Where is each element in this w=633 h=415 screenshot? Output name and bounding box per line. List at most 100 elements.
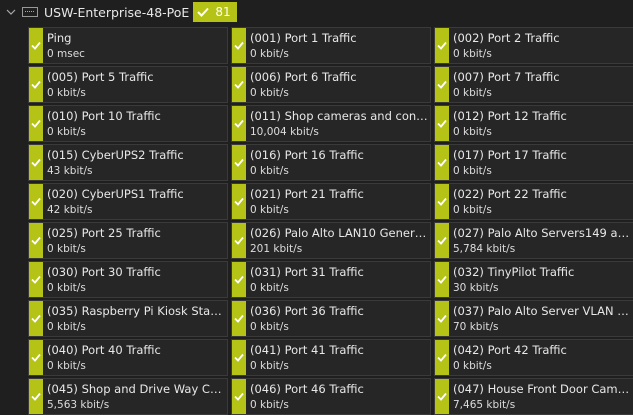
check-icon — [437, 236, 447, 245]
sensor-tile[interactable]: (011) Shop cameras and connect... 10,004 … — [231, 105, 431, 142]
sensor-value: 0 kbit/s — [47, 126, 86, 138]
check-icon — [234, 158, 244, 167]
sensor-name: (042) Port 42 Traffic — [453, 343, 567, 357]
status-ok — [232, 106, 246, 141]
sensor-value: 5,563 kbit/s — [47, 399, 110, 411]
check-icon — [437, 353, 447, 362]
status-ok — [435, 28, 449, 63]
sensor-tile[interactable]: (021) Port 21 Traffic 0 kbit/s — [231, 183, 431, 220]
sensor-name: (025) Port 25 Traffic — [47, 226, 161, 240]
sensor-name: (041) Port 41 Traffic — [250, 343, 364, 357]
status-ok — [29, 145, 43, 180]
check-icon — [31, 119, 41, 128]
sensor-name: Ping — [47, 31, 72, 45]
status-ok — [435, 184, 449, 219]
sensor-value: 0 kbit/s — [47, 282, 86, 294]
sensor-name: (046) Port 46 Traffic — [250, 382, 364, 396]
sensor-tile[interactable]: (012) Port 12 Traffic 0 kbit/s — [434, 105, 633, 142]
status-ok — [29, 223, 43, 258]
sensor-value: 0 kbit/s — [453, 165, 492, 177]
sensor-name: (036) Port 36 Traffic — [250, 304, 364, 318]
sensor-value: 7,465 kbit/s — [453, 399, 516, 411]
status-ok — [29, 262, 43, 297]
sensor-tile[interactable]: Ping 0 msec — [28, 27, 228, 64]
sensor-name: (022) Port 22 Traffic — [453, 187, 567, 201]
chevron-down-icon[interactable] — [6, 7, 16, 17]
sensor-tile[interactable]: (010) Port 10 Traffic 0 kbit/s — [28, 105, 228, 142]
sensor-value: 0 kbit/s — [47, 360, 86, 372]
status-ok — [232, 340, 246, 375]
sensor-tile[interactable]: (027) Palo Alto Servers149 and M... 5,784… — [434, 222, 633, 259]
sensor-value: 0 kbit/s — [250, 48, 289, 60]
sensor-tile[interactable]: (017) Port 17 Traffic 0 kbit/s — [434, 144, 633, 181]
sensor-tile[interactable]: (037) Palo Alto Server VLAN 149 ... 70 kb… — [434, 300, 633, 337]
status-ok — [29, 28, 43, 63]
status-ok — [435, 301, 449, 336]
status-ok — [232, 262, 246, 297]
check-icon — [234, 236, 244, 245]
sensor-tile[interactable]: (032) TinyPilot Traffic 30 kbit/s — [434, 261, 633, 298]
sensor-tile[interactable]: (025) Port 25 Traffic 0 kbit/s — [28, 222, 228, 259]
sensor-value: 0 kbit/s — [250, 165, 289, 177]
sensor-value: 70 kbit/s — [453, 321, 499, 333]
sensor-name: (031) Port 31 Traffic — [250, 265, 364, 279]
sensor-tile[interactable]: (046) Port 46 Traffic 0 kbit/s — [231, 378, 431, 415]
sensor-tile[interactable]: (022) Port 22 Traffic 0 kbit/s — [434, 183, 633, 220]
sensor-tile[interactable]: (015) CyberUPS2 Traffic 43 kbit/s — [28, 144, 228, 181]
check-icon — [234, 275, 244, 284]
check-icon — [31, 197, 41, 206]
sensor-value: 0 msec — [47, 48, 85, 60]
sensor-value: 0 kbit/s — [250, 321, 289, 333]
sensor-name: (017) Port 17 Traffic — [453, 148, 567, 162]
device-name[interactable]: USW-Enterprise-48-PoE — [44, 5, 189, 20]
sensor-name: (021) Port 21 Traffic — [250, 187, 364, 201]
sensor-value: 0 kbit/s — [250, 87, 289, 99]
sensor-tile[interactable]: (031) Port 31 Traffic 0 kbit/s — [231, 261, 431, 298]
sensor-tile[interactable]: (036) Port 36 Traffic 0 kbit/s — [231, 300, 431, 337]
sensor-tile[interactable]: (007) Port 7 Traffic 0 kbit/s — [434, 66, 633, 103]
sensor-value: 0 kbit/s — [453, 360, 492, 372]
sensor-name: (001) Port 1 Traffic — [250, 31, 357, 45]
sensor-tile[interactable]: (041) Port 41 Traffic 0 kbit/s — [231, 339, 431, 376]
status-ok — [435, 106, 449, 141]
check-icon — [31, 353, 41, 362]
sensor-count: 81 — [215, 5, 231, 19]
status-ok — [29, 184, 43, 219]
device-header[interactable]: USW-Enterprise-48-PoE 81 — [0, 0, 237, 24]
check-icon — [437, 392, 447, 401]
sensor-value: 42 kbit/s — [47, 204, 93, 216]
sensor-tile[interactable]: (030) Port 30 Traffic 0 kbit/s — [28, 261, 228, 298]
sensor-tile[interactable]: (045) Shop and Drive Way Camer... 5,563 k… — [28, 378, 228, 415]
status-ok — [435, 223, 449, 258]
status-ok — [232, 28, 246, 63]
sensor-tile[interactable]: (002) Port 2 Traffic 0 kbit/s — [434, 27, 633, 64]
sensor-tile[interactable]: (020) CyberUPS1 Traffic 42 kbit/s — [28, 183, 228, 220]
status-ok — [232, 67, 246, 102]
sensor-tile[interactable]: (042) Port 42 Traffic 0 kbit/s — [434, 339, 633, 376]
check-icon — [234, 197, 244, 206]
check-icon — [31, 80, 41, 89]
sensor-tile[interactable]: (006) Port 6 Traffic 0 kbit/s — [231, 66, 431, 103]
status-ok — [435, 67, 449, 102]
sensor-value: 0 kbit/s — [453, 204, 492, 216]
check-icon — [437, 314, 447, 323]
check-icon — [31, 158, 41, 167]
sensor-tile[interactable]: (026) Palo Alto LAN10 General In... 201 k… — [231, 222, 431, 259]
status-badge[interactable]: 81 — [193, 2, 237, 22]
sensor-value: 43 kbit/s — [47, 165, 93, 177]
sensor-value: 0 kbit/s — [250, 282, 289, 294]
sensor-tile[interactable]: (016) Port 16 Traffic 0 kbit/s — [231, 144, 431, 181]
status-ok — [435, 262, 449, 297]
check-icon — [437, 275, 447, 284]
sensor-tile[interactable]: (047) House Front Door Camera ... 7,465 k… — [434, 378, 633, 415]
sensor-tile[interactable]: (005) Port 5 Traffic 0 kbit/s — [28, 66, 228, 103]
sensor-tile[interactable]: (040) Port 40 Traffic 0 kbit/s — [28, 339, 228, 376]
sensor-tile[interactable]: (035) Raspberry Pi Kiosk Station ... 0 kb… — [28, 300, 228, 337]
sensor-value: 0 kbit/s — [47, 243, 86, 255]
sensor-tile[interactable]: (001) Port 1 Traffic 0 kbit/s — [231, 27, 431, 64]
sensor-name: (006) Port 6 Traffic — [250, 70, 357, 84]
sensor-name: (045) Shop and Drive Way Camer... — [47, 382, 225, 396]
check-icon — [31, 41, 41, 50]
check-icon — [234, 41, 244, 50]
sensor-name: (040) Port 40 Traffic — [47, 343, 161, 357]
